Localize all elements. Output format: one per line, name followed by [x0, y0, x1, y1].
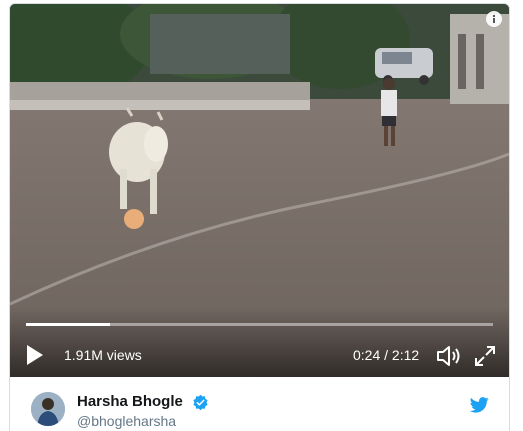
info-button[interactable]	[486, 11, 502, 27]
play-button[interactable]	[25, 344, 45, 366]
twitter-bird-icon[interactable]	[470, 397, 489, 413]
playback-time: 0:24 / 2:12	[353, 347, 420, 363]
volume-button[interactable]	[435, 344, 463, 368]
progress-bar[interactable]	[26, 323, 493, 326]
fullscreen-button[interactable]	[473, 344, 497, 368]
embedded-tweet-card: 1.91M views 0:24 / 2:12 Harsha Bhogle @b…	[9, 3, 510, 431]
avatar-image	[31, 392, 65, 426]
author-handle[interactable]: @bhogleharsha	[77, 413, 176, 429]
fullscreen-icon	[475, 346, 495, 366]
video-player[interactable]: 1.91M views 0:24 / 2:12	[10, 4, 509, 377]
progress-fill	[26, 323, 111, 326]
play-icon	[27, 345, 43, 365]
volume-icon	[437, 346, 460, 366]
view-count: 1.91M views	[64, 347, 142, 363]
avatar[interactable]	[31, 392, 65, 426]
tweet-author: Harsha Bhogle @bhogleharsha	[10, 377, 509, 431]
verified-badge-icon	[193, 394, 208, 411]
info-icon	[492, 14, 496, 23]
author-name[interactable]: Harsha Bhogle	[77, 393, 183, 410]
